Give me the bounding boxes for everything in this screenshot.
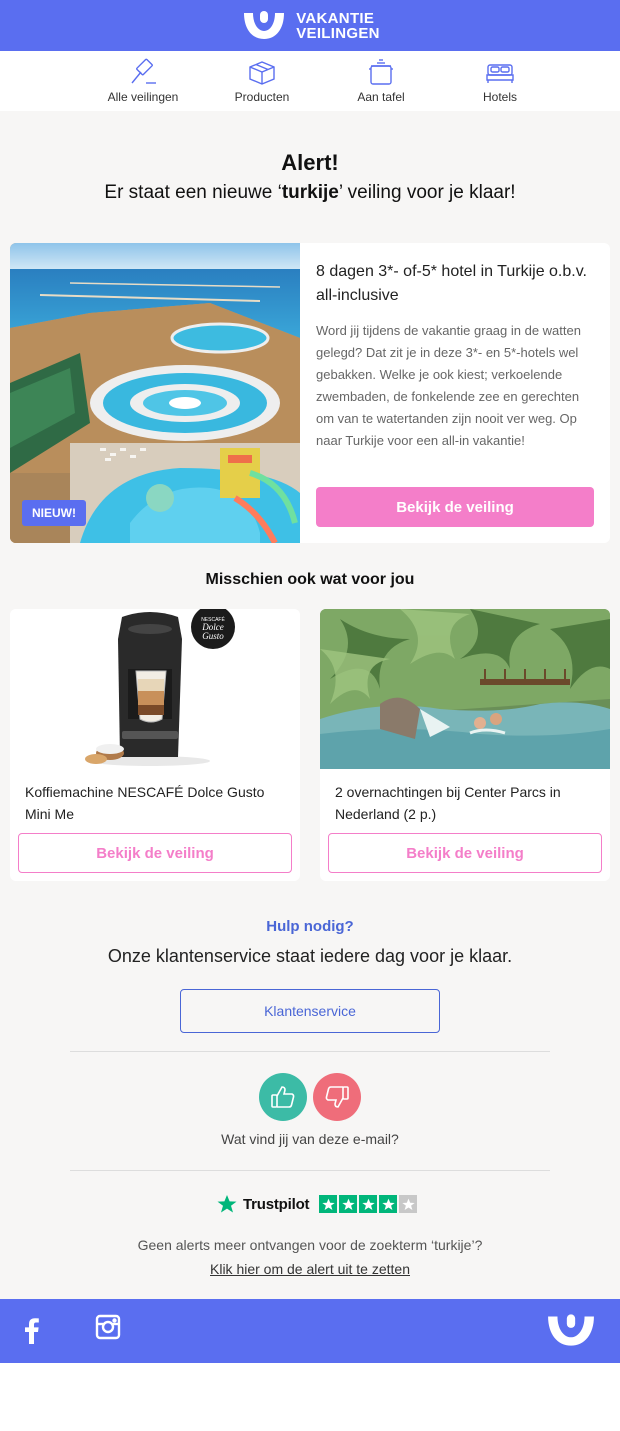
nav-item-producten[interactable]: Producten <box>222 51 302 111</box>
alert-block: Alert! Er staat een nieuwe ‘turkije’ vei… <box>0 111 620 204</box>
brand-logo-icon[interactable] <box>546 1312 596 1348</box>
view-auction-button[interactable]: Bekijk de veiling <box>316 487 594 527</box>
suggestion-title[interactable]: Koffiemachine NESCAFÉ Dolce Gusto Mini M… <box>10 769 300 835</box>
gavel-icon <box>131 58 156 84</box>
brand-logo[interactable]: VAKANTIE VEILINGEN <box>240 9 380 43</box>
star-icon <box>399 1195 418 1213</box>
main-deal-card[interactable]: NIEUW! 8 dagen 3*- of-5* hotel in Turkij… <box>10 243 610 543</box>
nav-label: Alle veilingen <box>107 90 179 104</box>
brand-logo-icon <box>244 10 285 39</box>
deal-body: 8 dagen 3*- of-5* hotel in Turkije o.b.v… <box>300 243 610 543</box>
new-badge: NIEUW! <box>22 500 86 526</box>
footer <box>0 1299 620 1363</box>
star-icon <box>339 1195 358 1213</box>
feedback-question: Wat vind jij van deze e-mail? <box>221 1131 399 1147</box>
alert-subtitle: Er staat een nieuwe ‘turkije’ veiling vo… <box>104 182 516 203</box>
unsubscribe-link[interactable]: Klik hier om de alert uit te zetten <box>0 1261 620 1277</box>
dolce-gusto-logo-line3: Gusto <box>202 631 224 641</box>
coffee-machine-image: NESCAFÉ Dolce Gusto <box>10 609 300 769</box>
star-icon <box>319 1195 338 1213</box>
trustpilot-name: Trustpilot <box>243 1195 310 1213</box>
header: VAKANTIE VEILINGEN <box>0 0 620 51</box>
nav-label: Hotels <box>482 90 517 104</box>
help-title: Hulp nodig? <box>266 918 354 935</box>
thumbs-down-button[interactable] <box>313 1073 361 1121</box>
cooking-pot-icon <box>369 59 393 85</box>
divider <box>70 1170 550 1171</box>
bed-icon <box>486 64 514 83</box>
nav-item-hotels[interactable]: Hotels <box>460 51 540 111</box>
center-parcs-image <box>320 609 610 769</box>
view-auction-button[interactable]: Bekijk de veiling <box>328 833 602 873</box>
deal-title[interactable]: 8 dagen 3*- of-5* hotel in Turkije o.b.v… <box>316 260 594 308</box>
suggestions-title: Misschien ook wat voor jou <box>205 571 415 588</box>
deal-image[interactable]: NIEUW! <box>10 243 300 543</box>
box-icon <box>249 61 275 85</box>
category-nav: Alle veilingen Producten Aan tafel Hotel… <box>0 51 620 111</box>
facebook-icon[interactable] <box>22 1316 40 1344</box>
trustpilot-rating[interactable]: Trustpilot <box>217 1194 418 1214</box>
instagram-icon[interactable] <box>95 1314 121 1340</box>
email-page: VAKANTIE VEILINGEN Alle veilingen Produc… <box>0 0 620 1431</box>
suggestion-card-center-parcs[interactable]: 2 overnachtingen bij Center Parcs in Ned… <box>320 609 610 881</box>
unsubscribe-text: Geen alerts meer ontvangen voor de zoekt… <box>137 1237 483 1253</box>
star-icon <box>359 1195 378 1213</box>
trustpilot-stars <box>319 1195 418 1213</box>
help-text: Onze klantenservice staat iedere dag voo… <box>107 946 513 966</box>
alert-title: Alert! <box>281 150 339 175</box>
view-auction-button[interactable]: Bekijk de veiling <box>18 833 292 873</box>
search-term: turkije <box>281 182 339 203</box>
thumbs-down-icon <box>325 1086 349 1108</box>
thumbs-up-icon <box>271 1086 295 1108</box>
customer-service-button[interactable]: Klantenservice <box>180 989 440 1033</box>
star-icon <box>379 1195 398 1213</box>
divider <box>70 1051 550 1052</box>
thumbs-up-button[interactable] <box>259 1073 307 1121</box>
brand-name-line1: VAKANTIE <box>296 9 375 27</box>
nav-label: Aan tafel <box>357 90 405 104</box>
email-body: VAKANTIE VEILINGEN Alle veilingen Produc… <box>0 0 620 1363</box>
suggestion-card-coffee[interactable]: NESCAFÉ Dolce Gusto Koffiemachine NESCAF… <box>10 609 300 881</box>
nav-item-alle-veilingen[interactable]: Alle veilingen <box>103 51 183 111</box>
trustpilot-star-icon <box>217 1195 237 1213</box>
nav-label: Producten <box>234 90 290 104</box>
nav-item-aan-tafel[interactable]: Aan tafel <box>341 51 421 111</box>
brand-name-line2: VEILINGEN <box>296 24 380 42</box>
deal-description: Word jij tijdens de vakantie graag in de… <box>316 323 581 448</box>
resort-pool-image <box>10 243 300 543</box>
suggestion-title[interactable]: 2 overnachtingen bij Center Parcs in Ned… <box>320 769 610 835</box>
